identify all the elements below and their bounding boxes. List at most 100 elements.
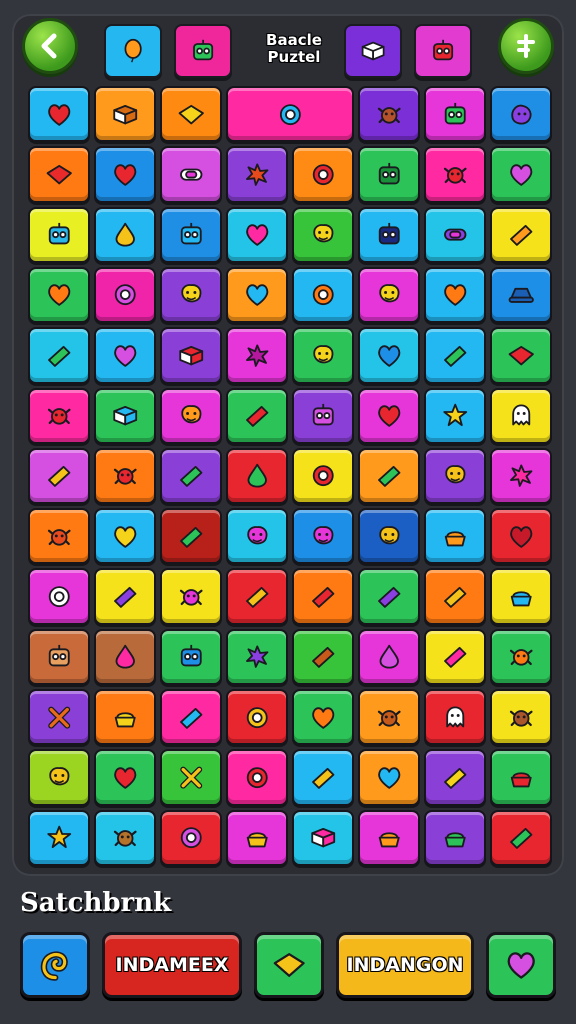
game-tile-crab[interactable] xyxy=(490,628,552,686)
game-tile-robot[interactable] xyxy=(292,387,354,444)
game-tile-heart[interactable] xyxy=(358,387,420,444)
game-tile-heart[interactable] xyxy=(226,206,288,263)
game-tile-bar[interactable] xyxy=(358,568,420,625)
back-button[interactable] xyxy=(22,18,78,74)
game-tile-heart[interactable] xyxy=(358,749,420,806)
game-tile-ring[interactable] xyxy=(226,749,288,806)
game-tile-bar[interactable] xyxy=(490,809,552,866)
game-tile-heart[interactable] xyxy=(94,327,156,384)
game-tile-ring[interactable] xyxy=(160,809,222,866)
game-tile-crab[interactable] xyxy=(424,146,486,203)
game-tile-ghost[interactable] xyxy=(490,387,552,444)
game-tile-cross[interactable] xyxy=(160,749,222,806)
game-tile-flower[interactable] xyxy=(226,628,288,686)
game-tile-ring[interactable] xyxy=(292,146,354,203)
game-tile-book[interactable] xyxy=(292,809,354,866)
game-tile-smile[interactable] xyxy=(424,447,486,505)
game-tile-bar[interactable] xyxy=(226,387,288,444)
game-tile-star[interactable] xyxy=(28,809,90,866)
game-tile-book[interactable] xyxy=(94,387,156,444)
game-tile-ring[interactable] xyxy=(226,689,288,746)
game-tile-bar[interactable] xyxy=(424,568,486,625)
game-tile-bar[interactable] xyxy=(160,508,222,565)
game-tile-drop[interactable] xyxy=(94,206,156,263)
game-tile-drop[interactable] xyxy=(94,628,156,686)
game-tile-bar[interactable] xyxy=(424,628,486,686)
game-tile-robot[interactable] xyxy=(160,628,222,686)
game-tile-candy[interactable] xyxy=(160,146,222,203)
game-tile-flower[interactable] xyxy=(226,327,288,384)
bottom-swirl-button[interactable] xyxy=(20,932,90,998)
game-tile-robot[interactable] xyxy=(358,206,420,263)
game-tile-bar[interactable] xyxy=(94,568,156,625)
game-tile-crab[interactable] xyxy=(28,508,90,565)
game-tile-diamond[interactable] xyxy=(28,146,90,203)
top-tile-balloon[interactable] xyxy=(104,24,162,78)
game-tile-heart[interactable] xyxy=(94,508,156,565)
game-tile-blob[interactable] xyxy=(490,86,552,143)
game-tile-flower[interactable] xyxy=(226,146,288,203)
game-tile-crab[interactable] xyxy=(160,568,222,625)
game-tile-crab[interactable] xyxy=(94,447,156,505)
game-tile-star[interactable] xyxy=(424,387,486,444)
game-tile-bar[interactable] xyxy=(28,447,90,505)
game-tile-cup[interactable] xyxy=(490,749,552,806)
bottom-wide-button-3[interactable]: INDANGON xyxy=(336,932,474,998)
bottom-heart-button[interactable] xyxy=(486,932,556,998)
game-tile-heart[interactable] xyxy=(292,689,354,746)
game-tile-crab[interactable] xyxy=(490,689,552,746)
game-tile-bar[interactable] xyxy=(490,206,552,263)
game-tile-bar[interactable] xyxy=(160,447,222,505)
game-tile-ring[interactable] xyxy=(292,266,354,324)
game-tile-heart[interactable] xyxy=(358,327,420,384)
game-tile-heart[interactable] xyxy=(424,266,486,324)
game-tile-bar[interactable] xyxy=(292,749,354,806)
game-tile-smile[interactable] xyxy=(160,266,222,324)
game-tile-robot[interactable] xyxy=(28,628,90,686)
game-tile-bar[interactable] xyxy=(28,327,90,384)
game-tile-smile[interactable] xyxy=(160,387,222,444)
game-tile-bar[interactable] xyxy=(358,447,420,505)
game-tile-bar[interactable] xyxy=(292,568,354,625)
game-tile-robot[interactable] xyxy=(160,206,222,263)
bottom-wide-button-1[interactable]: INDAMEEX xyxy=(102,932,242,998)
game-tile-heart[interactable] xyxy=(94,146,156,203)
top-tile-robot[interactable] xyxy=(174,24,232,78)
game-tile-drop[interactable] xyxy=(226,447,288,505)
game-tile-diamond[interactable] xyxy=(160,86,222,143)
game-tile-hat[interactable] xyxy=(490,266,552,324)
game-tile-smile[interactable] xyxy=(226,508,288,565)
game-tile-drop[interactable] xyxy=(358,628,420,686)
game-tile-crab[interactable] xyxy=(358,689,420,746)
game-tile-cup[interactable] xyxy=(490,568,552,625)
game-tile-ring[interactable] xyxy=(292,447,354,505)
game-tile-ghost[interactable] xyxy=(424,689,486,746)
game-tile-smile[interactable] xyxy=(292,327,354,384)
game-tile-robot[interactable] xyxy=(358,146,420,203)
game-tile-smile[interactable] xyxy=(292,206,354,263)
game-tile-bar[interactable] xyxy=(424,749,486,806)
game-tile-cup[interactable] xyxy=(424,809,486,866)
top-tile-robot-2[interactable] xyxy=(414,24,472,78)
game-tile-heart[interactable] xyxy=(28,266,90,324)
game-tile-cup[interactable] xyxy=(358,809,420,866)
top-tile-book[interactable] xyxy=(344,24,402,78)
game-tile-candy[interactable] xyxy=(424,206,486,263)
game-tile-cup[interactable] xyxy=(226,809,288,866)
game-tile-bar[interactable] xyxy=(292,628,354,686)
game-tile-smile[interactable] xyxy=(358,266,420,324)
game-tile-ring[interactable] xyxy=(28,568,90,625)
game-tile-smile[interactable] xyxy=(292,508,354,565)
menu-button[interactable] xyxy=(498,18,554,74)
game-tile-robot[interactable] xyxy=(28,206,90,263)
game-tile-heart[interactable] xyxy=(226,266,288,324)
game-tile-crab[interactable] xyxy=(358,86,420,143)
game-tile-bar[interactable] xyxy=(424,327,486,384)
game-tile-bar[interactable] xyxy=(226,568,288,625)
bottom-diamond-button[interactable] xyxy=(254,932,324,998)
game-tile-diamond[interactable] xyxy=(490,327,552,384)
game-tile-crab[interactable] xyxy=(28,387,90,444)
game-tile-book[interactable] xyxy=(94,86,156,143)
game-tile-cup[interactable] xyxy=(94,689,156,746)
game-tile-heart[interactable] xyxy=(490,508,552,565)
